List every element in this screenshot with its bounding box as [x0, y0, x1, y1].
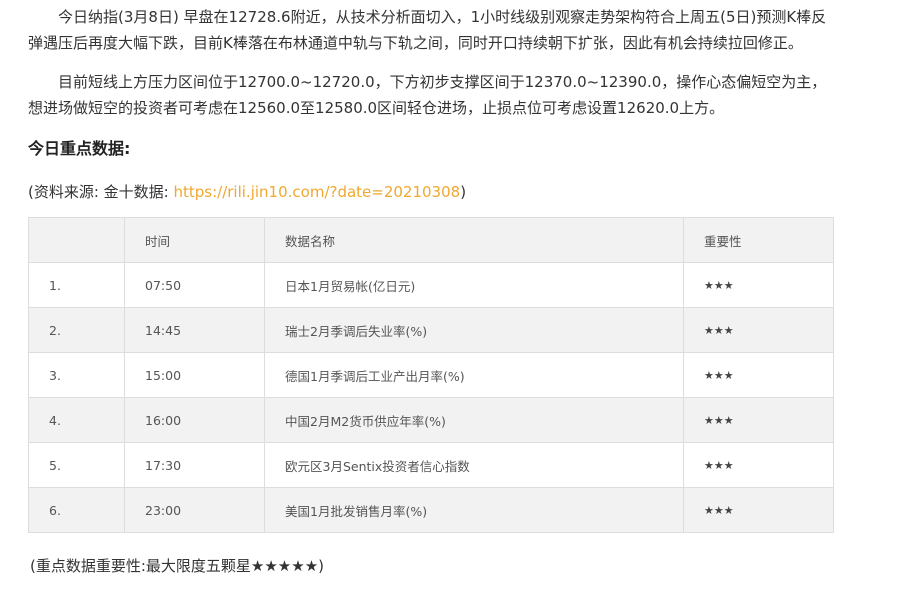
- row-index: 4.: [28, 397, 125, 443]
- header-data-name: 数据名称: [264, 217, 684, 263]
- table-row: 4. 16:00 中国2月M2货币供应年率(%) ★★★: [28, 397, 834, 443]
- row-importance-stars: ★★★: [683, 487, 834, 533]
- key-data-heading: 今日重点数据:: [28, 139, 131, 158]
- table-row: 2. 14:45 瑞士2月季调后失业率(%) ★★★: [28, 307, 834, 353]
- row-data-name: 瑞士2月季调后失业率(%): [264, 307, 684, 353]
- economic-calendar-table: 时间 数据名称 重要性 1. 07:50 日本1月贸易帐(亿日元) ★★★ 2.…: [28, 217, 834, 533]
- data-source-link[interactable]: https://rili.jin10.com/?date=20210308: [174, 183, 461, 201]
- row-data-name: 日本1月贸易帐(亿日元): [264, 262, 684, 308]
- row-importance-stars: ★★★: [683, 442, 834, 488]
- importance-note: (重点数据重要性:最大限度五颗星★★★★★): [30, 557, 324, 575]
- row-data-name: 中国2月M2货币供应年率(%): [264, 397, 684, 443]
- header-importance: 重要性: [683, 217, 834, 263]
- row-index: 6.: [28, 487, 125, 533]
- row-index: 3.: [28, 352, 125, 398]
- table-row: 1. 07:50 日本1月贸易帐(亿日元) ★★★: [28, 262, 834, 308]
- row-data-name: 德国1月季调后工业产出月率(%): [264, 352, 684, 398]
- row-index: 2.: [28, 307, 125, 353]
- row-data-name: 美国1月批发销售月率(%): [264, 487, 684, 533]
- row-time: 15:00: [124, 352, 265, 398]
- data-source-suffix: ): [460, 183, 467, 201]
- row-time: 23:00: [124, 487, 265, 533]
- header-index: [28, 217, 125, 263]
- row-index: 5.: [28, 442, 125, 488]
- row-index: 1.: [28, 262, 125, 308]
- table-row: 3. 15:00 德国1月季调后工业产出月率(%) ★★★: [28, 352, 834, 398]
- row-importance-stars: ★★★: [683, 262, 834, 308]
- analysis-paragraph-1: 今日纳指(3月8日) 早盘在12728.6附近，从技术分析面切入，1小时线级别观…: [28, 8, 827, 52]
- row-importance-stars: ★★★: [683, 307, 834, 353]
- row-importance-stars: ★★★: [683, 352, 834, 398]
- data-source-line: (资料来源: 金十数据: https://rili.jin10.com/?dat…: [28, 181, 833, 203]
- row-time: 16:00: [124, 397, 265, 443]
- article-body: 今日纳指(3月8日) 早盘在12728.6附近，从技术分析面切入，1小时线级别观…: [28, 0, 834, 577]
- table-row: 5. 17:30 欧元区3月Sentix投资者信心指数 ★★★: [28, 442, 834, 488]
- row-time: 14:45: [124, 307, 265, 353]
- row-importance-stars: ★★★: [683, 397, 834, 443]
- row-data-name: 欧元区3月Sentix投资者信心指数: [264, 442, 684, 488]
- data-source-prefix: (资料来源: 金十数据:: [28, 183, 174, 201]
- row-time: 17:30: [124, 442, 265, 488]
- header-time: 时间: [124, 217, 265, 263]
- analysis-paragraph-2: 目前短线上方压力区间位于12700.0~12720.0，下方初步支撑区间于123…: [28, 73, 827, 117]
- table-header-row: 时间 数据名称 重要性: [28, 217, 834, 263]
- row-time: 07:50: [124, 262, 265, 308]
- table-row: 6. 23:00 美国1月批发销售月率(%) ★★★: [28, 487, 834, 533]
